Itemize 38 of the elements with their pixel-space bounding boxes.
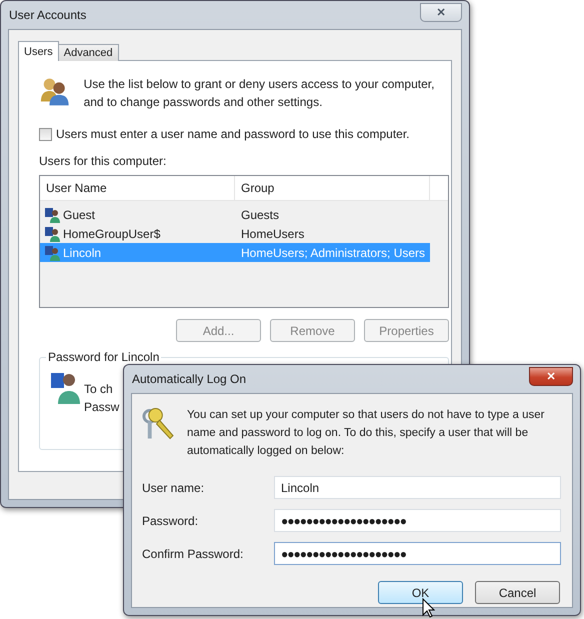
- list-label: Users for this computer:: [39, 153, 168, 170]
- user-icon: [50, 370, 82, 404]
- checkbox-label: Users must enter a user name and password to use this computer.: [56, 126, 410, 143]
- tab[interactable]: Users: [18, 41, 59, 61]
- user-icon: [45, 244, 61, 260]
- input-field[interactable]: Lincoln: [274, 476, 561, 499]
- dialog-button[interactable]: Cancel: [475, 581, 560, 604]
- group-name: HomeUsers; Administrators; Users: [240, 246, 426, 260]
- group-name: Guests: [240, 208, 280, 222]
- keys-icon: [142, 406, 175, 442]
- dialog-button[interactable]: OK: [378, 581, 463, 604]
- user-name: Guest: [63, 208, 96, 222]
- cursor-icon: [422, 598, 435, 618]
- checkbox[interactable]: [39, 128, 52, 140]
- column-header[interactable]: Group: [235, 176, 430, 200]
- input-field[interactable]: ●●●●●●●●●●●●●●●●●●●●: [274, 509, 561, 532]
- user-icon: [45, 206, 61, 222]
- user-icon: [45, 226, 61, 242]
- group-title: Password for Lincoln: [47, 350, 160, 364]
- window-title: User Accounts: [8, 8, 86, 22]
- field-label: Confirm Password:: [142, 546, 244, 560]
- intro-text: Use the list below to grant or deny users access to your computer, and to change passwords and other settings.: [84, 76, 436, 111]
- field-label: Password:: [142, 514, 200, 528]
- password-text: To ch: [84, 381, 114, 398]
- tab[interactable]: Advanced: [58, 44, 119, 61]
- list-row[interactable]: HomeGroupUser$ HomeUsers: [40, 224, 430, 243]
- close-button[interactable]: ✕: [420, 2, 462, 22]
- user-name: Lincoln: [63, 246, 102, 260]
- password-text: Passw: [84, 399, 120, 416]
- column-header[interactable]: User Name: [40, 176, 235, 200]
- dialog-title: Automatically Log On: [131, 372, 246, 386]
- user-name: HomeGroupUser$: [63, 226, 160, 240]
- input-field[interactable]: ●●●●●●●●●●●●●●●●●●●●: [274, 542, 561, 565]
- list-row[interactable]: Guest Guests: [40, 205, 430, 224]
- group-name: HomeUsers: [240, 226, 306, 240]
- dialog-message: You can set up your computer so that users do not have to type a user name and password to log on. To do this, specify a user that will be automatically logged on below:: [186, 408, 546, 459]
- field-label: User name:: [142, 480, 206, 494]
- close-button[interactable]: ✕: [529, 366, 573, 386]
